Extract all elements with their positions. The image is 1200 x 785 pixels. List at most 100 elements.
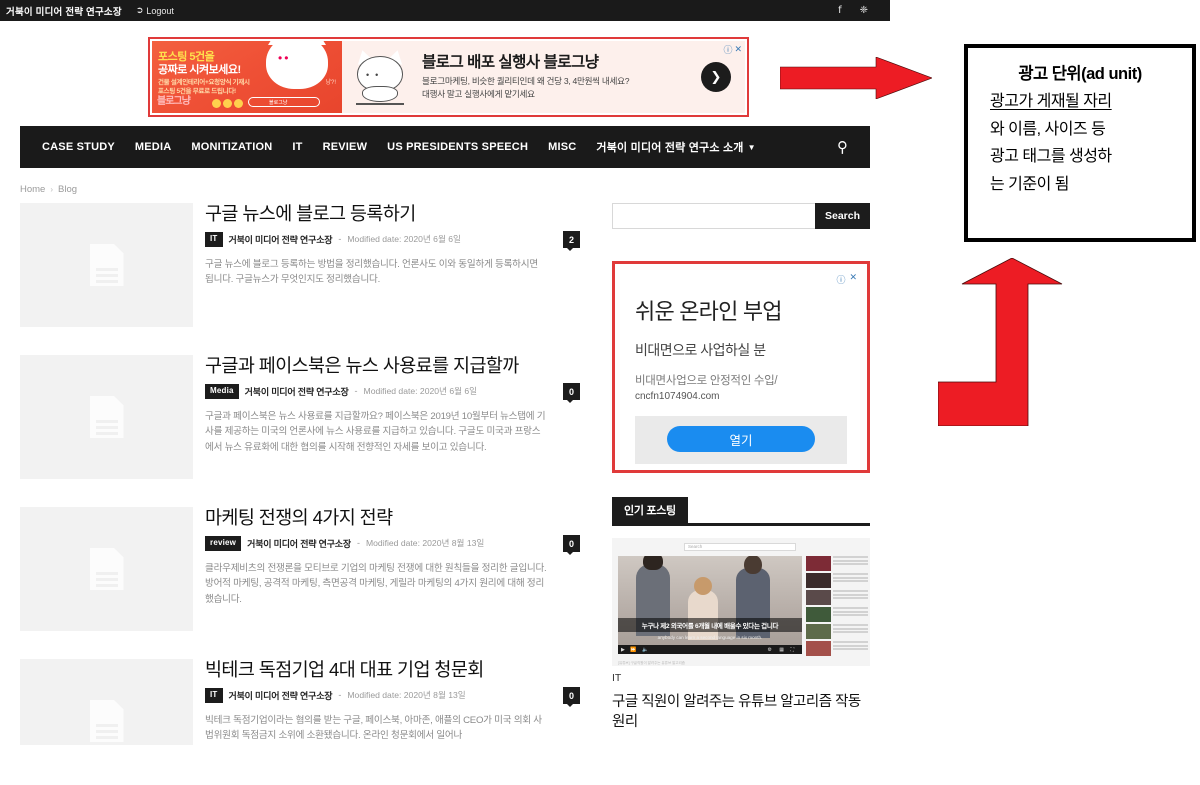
ad-headline: 블로그 배포 실행사 블로그냥 [422, 53, 599, 71]
list-item [806, 607, 868, 622]
ad-left-pill-label: 블로그냥 [269, 100, 288, 106]
video-player-controls: ▶ ⏩ 🔈 ⚙ ▦ ⛶ [618, 645, 802, 654]
article-category-tag[interactable]: Media [205, 384, 239, 399]
document-icon [89, 700, 124, 742]
nav-item-it[interactable]: IT [282, 141, 312, 153]
article-author[interactable]: 거북이 미디어 전략 연구소장 [229, 233, 333, 246]
list-item [806, 556, 868, 571]
video-thumb [806, 573, 831, 588]
comment-count-badge[interactable]: 0 [563, 535, 580, 555]
list-item [806, 624, 868, 639]
article-item[interactable]: 구글과 페이스북은 뉴스 사용료를 지급할까 Media 거북이 미디어 전략 … [20, 355, 580, 479]
article-category-tag[interactable]: IT [205, 688, 223, 703]
chevron-right-icon[interactable]: ❯ [701, 62, 731, 92]
top-banner-ad[interactable]: 포스팅 5건을 공짜로 시켜보세요! 건물 설계인테리어+요청양식 기재시 포스… [152, 41, 745, 113]
article-author[interactable]: 거북이 미디어 전략 연구소장 [245, 385, 349, 398]
search-icon[interactable]: ⚲ [837, 138, 858, 156]
close-icon[interactable]: ✕ [734, 45, 742, 55]
ad-mascot-icon: •• [348, 48, 412, 106]
article-category-tag[interactable]: IT [205, 232, 223, 247]
nav-item-review[interactable]: REVIEW [313, 141, 378, 153]
red-right-arrow-icon [780, 57, 932, 99]
meta-dash: - [356, 538, 360, 549]
youtube-search-placeholder: Search [688, 544, 703, 549]
nav-item-misc[interactable]: MISC [538, 141, 586, 153]
search-input[interactable] [612, 203, 815, 229]
article-title[interactable]: 마케팅 전쟁의 4가지 전략 [205, 507, 548, 529]
youtube-sidebar-list [806, 556, 868, 658]
cat-mascot-icon: •• [266, 41, 328, 89]
red-up-arrow-icon [938, 258, 1063, 426]
topbar-social-group: f ❈ [838, 0, 868, 21]
facebook-icon[interactable]: f [838, 5, 842, 16]
article-meta: review 거북이 미디어 전략 연구소장 - Modified date: … [205, 536, 548, 551]
meta-dash: - [338, 234, 342, 245]
sidebar-ad-cta-button[interactable]: 열기 [667, 426, 815, 452]
article-excerpt: 구글과 페이스북은 뉴스 사용료를 지급할까요? 페이스북은 2019년 10월… [205, 410, 546, 453]
article-list: 구글 뉴스에 블로그 등록하기 IT 거북이 미디어 전략 연구소장 - Mod… [20, 203, 580, 745]
article-item[interactable]: 구글 뉴스에 블로그 등록하기 IT 거북이 미디어 전략 연구소장 - Mod… [20, 203, 580, 327]
article-body: 구글 뉴스에 블로그 등록하기 IT 거북이 미디어 전략 연구소장 - Mod… [205, 203, 580, 327]
article-category-tag[interactable]: review [205, 536, 242, 551]
article-body: 빅테크 독점기업 4대 대표 기업 청문회 IT 거북이 미디어 전략 연구소장… [205, 659, 580, 745]
article-thumbnail-placeholder [20, 659, 193, 745]
comment-count-badge[interactable]: 2 [563, 231, 580, 251]
breadcrumb-separator: › [50, 185, 54, 194]
popular-post-category[interactable]: IT [612, 672, 870, 684]
nav-item-about-dropdown[interactable]: 거북이 미디어 전략 연구소 소개 ▼ [586, 139, 765, 155]
article-meta: IT 거북이 미디어 전략 연구소장 - Modified date: 2020… [205, 232, 548, 247]
nav-item-us-presidents-speech[interactable]: US PRESIDENTS SPEECH [377, 141, 538, 153]
admin-topbar: 거북이 미디어 전략 연구소장 ➲ Logout f ❈ [0, 0, 890, 21]
ad-left-line2: 공짜로 시켜보세요! [158, 64, 241, 76]
ad-body-line1: 블로그마케팅, 비슷한 퀄리티인데 왜 건당 3, 4만원씩 내세요? [422, 76, 630, 87]
sidebar-search-form: Search [612, 203, 870, 229]
sidebar-ad-url: cncfn1074904.com [635, 391, 720, 402]
ad-body-line2: 대행사 말고 실행사에게 맡기세요 [422, 88, 535, 99]
video-thumb [806, 590, 831, 605]
logout-button[interactable]: ➲ Logout [136, 6, 174, 16]
adchoices-info-icon[interactable]: ⓘ [836, 273, 845, 286]
article-title[interactable]: 구글 뉴스에 블로그 등록하기 [205, 203, 548, 225]
popular-post-thumbnail[interactable]: Search 누구나 제2 외국어를 6개월 내에 배울수 있다는 겁니다 an… [612, 538, 870, 666]
popular-post-title[interactable]: 구글 직원이 알려주는 유튜브 알고리즘 작동 원리 [612, 693, 870, 732]
annotation-title: 광고 단위(ad unit) [1018, 65, 1142, 83]
close-icon[interactable]: ✕ [849, 273, 857, 286]
mascot-baseline [356, 103, 404, 105]
search-button[interactable]: Search [815, 203, 870, 229]
ad-choices-group: ⓘ ✕ [723, 43, 742, 57]
sidebar-ad-description: 비대면사업으로 안정적인 수입/ [635, 375, 778, 387]
breadcrumb-home[interactable]: Home [20, 184, 45, 195]
comment-count-badge[interactable]: 0 [563, 383, 580, 403]
article-meta: IT 거북이 미디어 전략 연구소장 - Modified date: 2020… [205, 688, 548, 703]
article-item[interactable]: 빅테크 독점기업 4대 대표 기업 청문회 IT 거북이 미디어 전략 연구소장… [20, 659, 580, 745]
nav-item-media[interactable]: MEDIA [125, 141, 181, 153]
volume-icon: 🔈 [642, 647, 649, 653]
meta-dash: - [338, 690, 342, 701]
play-icon: ▶ [621, 647, 625, 653]
comment-count-badge[interactable]: 0 [563, 687, 580, 707]
article-author[interactable]: 거북이 미디어 전략 연구소장 [229, 689, 333, 702]
nav-item-case-study[interactable]: CASE STUDY [32, 141, 125, 153]
cat-face-glyph: •• [278, 51, 291, 65]
article-title[interactable]: 빅테크 독점기업 4대 대표 기업 청문회 [205, 659, 548, 681]
annotation-line-2: 와 이름, 사이즈 등 [990, 120, 1106, 138]
article-title[interactable]: 구글과 페이스북은 뉴스 사용료를 지급할까 [205, 355, 548, 377]
annotation-callout-box: 광고 단위(ad unit) 광고가 게재될 자리 와 이름, 사이즈 등 광고… [964, 44, 1196, 242]
mascot-eyes: •• [366, 70, 385, 80]
video-thumb [806, 624, 831, 639]
logout-label: Logout [146, 5, 174, 16]
video-thumb [806, 556, 831, 571]
breadcrumb: Home › Blog [20, 184, 77, 195]
adchoices-info-icon[interactable]: ⓘ [723, 43, 732, 56]
sidebar-ad[interactable]: ⓘ ✕ 쉬운 온라인 부업 비대면으로 사업하실 분 비대면사업으로 안정적인 … [621, 270, 861, 464]
sidebar-ad-unit-highlight: ⓘ ✕ 쉬운 온라인 부업 비대면으로 사업하실 분 비대면사업으로 안정적인 … [612, 261, 870, 473]
website-viewport: 거북이 미디어 전략 연구소장 ➲ Logout f ❈ 포스팅 5건을 공짜로… [0, 0, 890, 745]
twitter-icon[interactable]: ❈ [860, 5, 868, 16]
article-item[interactable]: 마케팅 전쟁의 4가지 전략 review 거북이 미디어 전략 연구소장 - … [20, 507, 580, 631]
nav-item-monitization[interactable]: MONITIZATION [181, 141, 282, 153]
video-thumb [806, 641, 831, 656]
article-modified-date: Modified date: 2020년 8월 13일 [347, 690, 466, 701]
topbar-username[interactable]: 거북이 미디어 전략 연구소장 [6, 4, 122, 18]
annotation-line-4: 는 기준이 됨 [990, 175, 1070, 193]
article-author[interactable]: 거북이 미디어 전략 연구소장 [247, 537, 351, 550]
